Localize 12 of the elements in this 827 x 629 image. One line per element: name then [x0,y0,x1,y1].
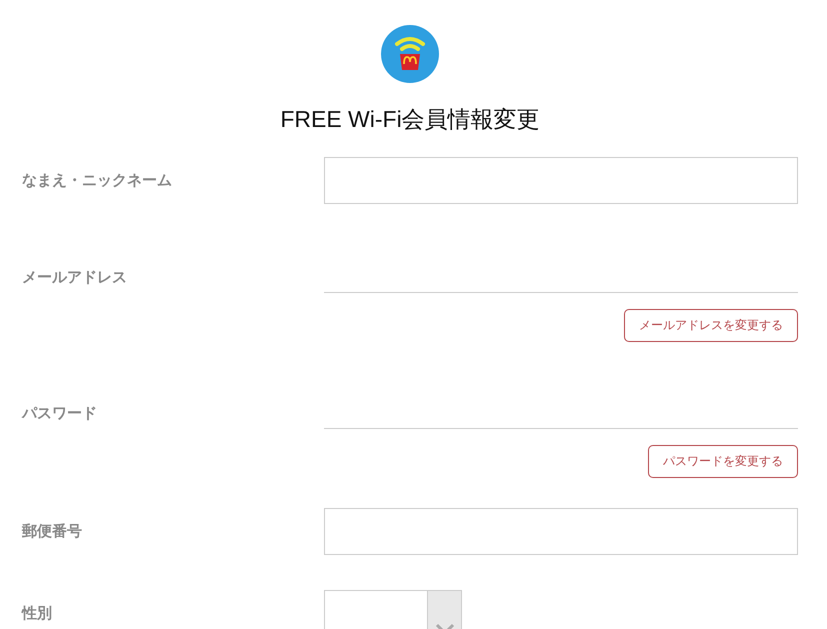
page-title: FREE Wi-Fi会員情報変更 [280,105,540,134]
input-field[interactable] [324,157,798,204]
field-label: パスワード [22,404,98,423]
input-field[interactable] [324,508,798,555]
field-label: 郵便番号 [22,522,83,541]
select-field[interactable] [324,590,462,629]
change-button[interactable]: メールアドレスを変更する [624,309,798,342]
field-label: メールアドレス [22,268,128,287]
wifi-fries-logo-icon [380,24,440,84]
change-button[interactable]: パスワードを変更する [648,445,798,478]
field-label: 性別 [22,604,53,622]
field-label: なまえ・ニックネーム [22,171,173,190]
